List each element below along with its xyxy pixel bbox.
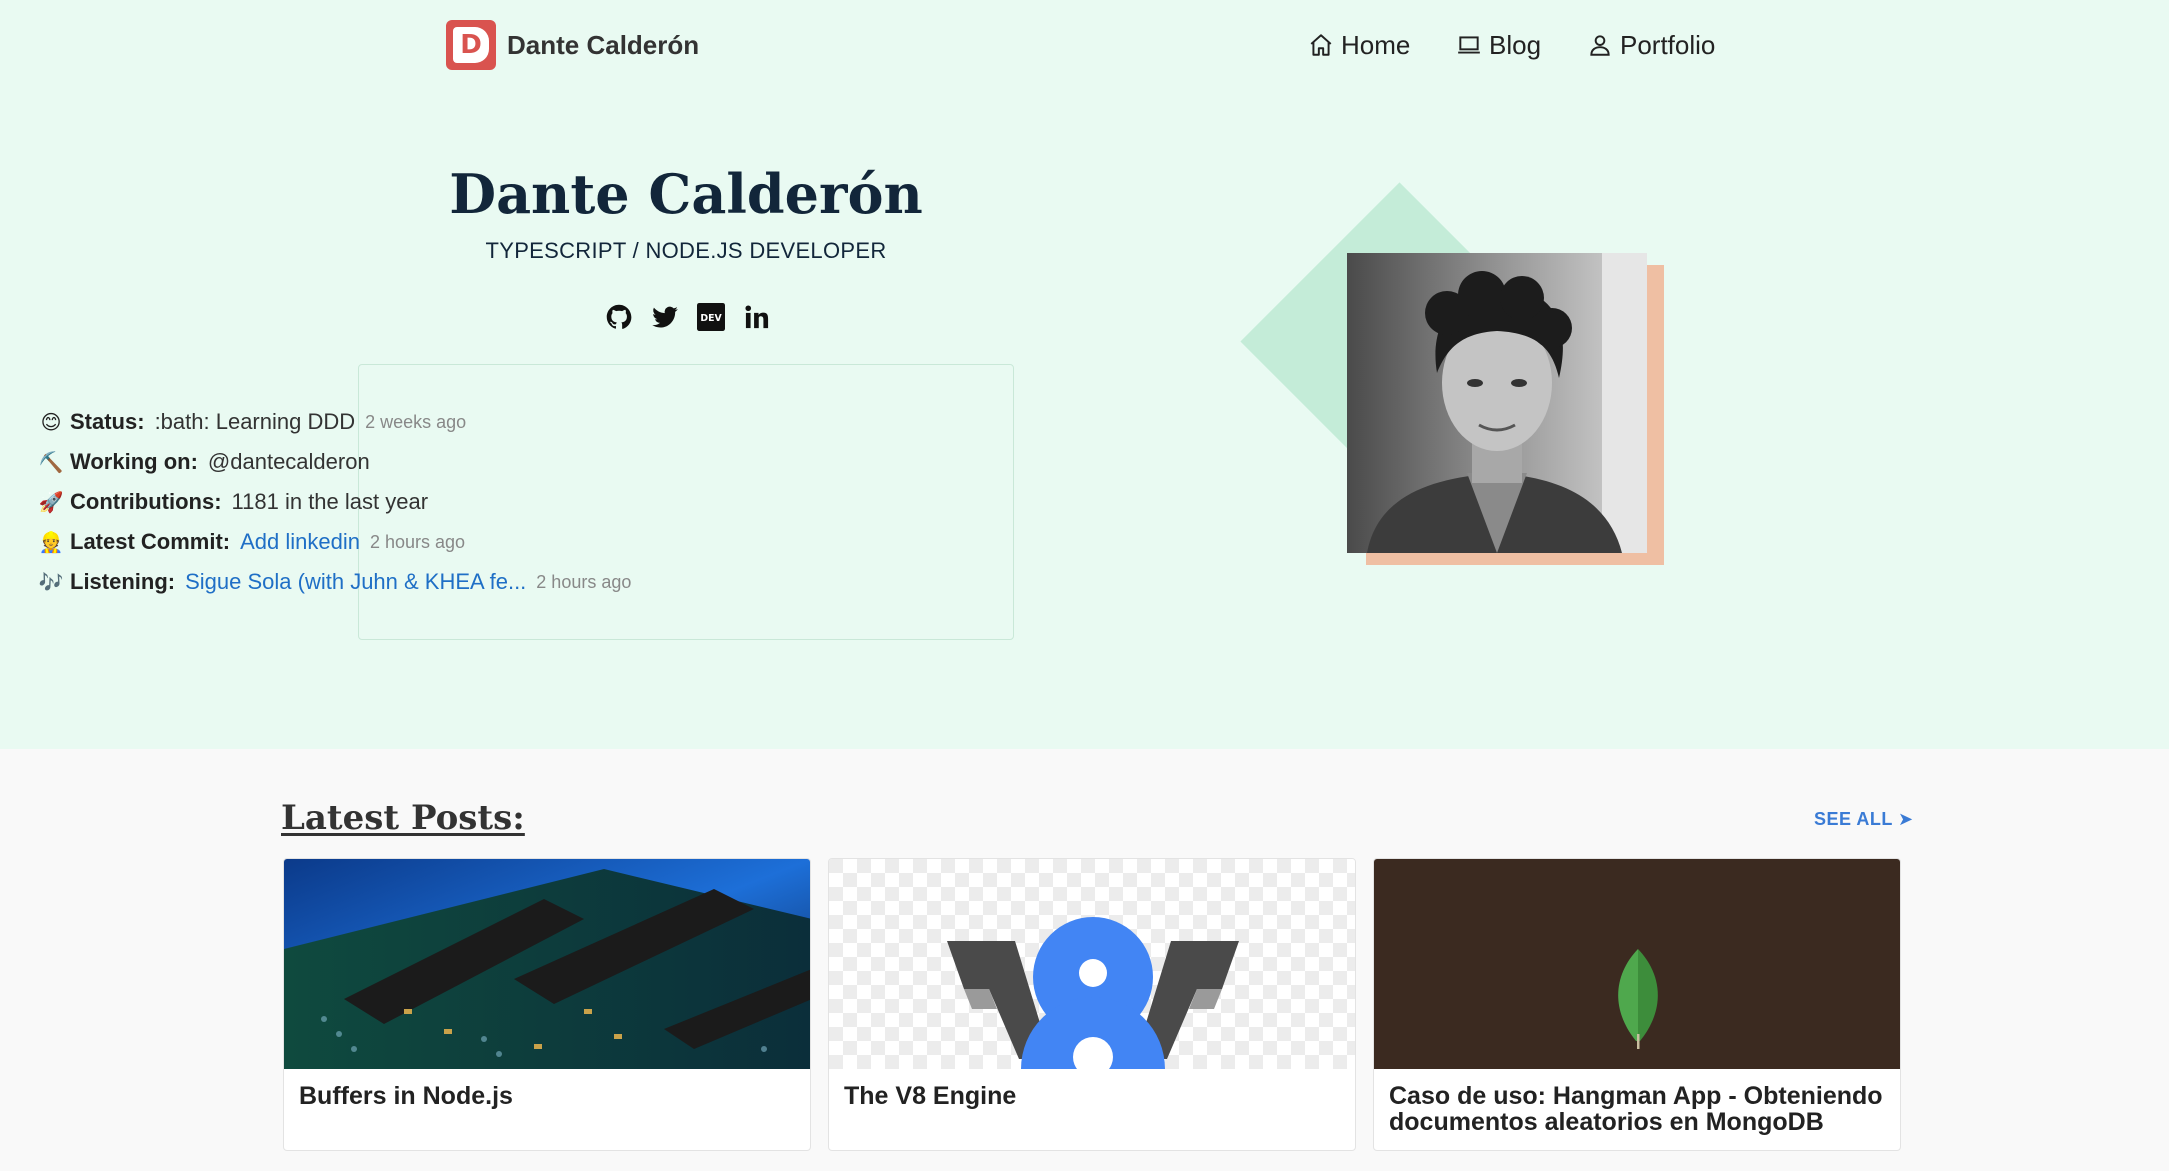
- circuit-board-image: [284, 859, 810, 1069]
- working-on-emoji: ⛏️: [38, 451, 64, 474]
- github-icon[interactable]: [605, 303, 633, 331]
- status-emoji: 😊: [40, 411, 62, 434]
- mongodb-leaf-image: [1374, 859, 1900, 1069]
- logo-icon[interactable]: D: [446, 20, 496, 70]
- listening-label: Listening:: [70, 569, 176, 594]
- twitter-icon[interactable]: [651, 303, 679, 331]
- v8-logo-image: [829, 859, 1355, 1069]
- social-links: DEV: [605, 303, 771, 331]
- hero-name: Dante Calderón: [449, 162, 923, 226]
- latest-commit-label: Latest Commit:: [70, 529, 231, 554]
- latest-commit-time: 2 hours ago: [370, 531, 466, 552]
- dev-icon[interactable]: DEV: [697, 303, 725, 331]
- nav-portfolio-label: Portfolio: [1620, 29, 1716, 60]
- status-time: 2 weeks ago: [365, 411, 467, 432]
- see-all-link[interactable]: SEE ALL ➤: [1814, 809, 1914, 830]
- nav-blog-label: Blog: [1489, 29, 1542, 60]
- contributions-label: Contributions:: [70, 489, 222, 514]
- hero-role: TYPESCRIPT / NODE.JS DEVELOPER: [485, 238, 887, 263]
- laptop-icon: [1458, 36, 1480, 54]
- post-card[interactable]: Caso de uso: Hangman App - Obteniendo do…: [1373, 858, 1901, 1151]
- working-on-row: ⛏️ Working on: @dantecalderon: [38, 442, 370, 482]
- working-on-value: @dantecalderon: [207, 449, 370, 474]
- nav-home-link[interactable]: Home: [1308, 24, 1410, 66]
- nav-home-label: Home: [1341, 29, 1411, 60]
- contributions-row: 🚀 Contributions: 1181 in the last year: [38, 482, 428, 522]
- dev-icon-label: DEV: [700, 313, 722, 324]
- linkedin-icon[interactable]: [743, 303, 771, 331]
- user-icon: [1590, 35, 1610, 56]
- listening-row: 🎶 Listening: Sigue Sola (with Juhn & KHE…: [38, 562, 632, 602]
- latest-commit-row: 👷 Latest Commit: Add linkedin 2 hours ag…: [38, 522, 466, 562]
- logo-letter: D: [453, 27, 489, 63]
- listening-emoji: 🎶: [38, 571, 64, 594]
- post-title: Caso de uso: Hangman App - Obteniendo do…: [1389, 1082, 1883, 1136]
- status-row: 😊 Status: :bath: Learning DDD 2 weeks ag…: [38, 402, 467, 442]
- brand-name[interactable]: Dante Calderón: [507, 24, 699, 66]
- post-title: The V8 Engine: [844, 1082, 1017, 1110]
- status-label: Status:: [70, 409, 145, 434]
- nav-blog-link[interactable]: Blog: [1456, 24, 1541, 66]
- listening-time: 2 hours ago: [536, 571, 632, 592]
- post-card[interactable]: The V8 Engine: [828, 858, 1356, 1151]
- contributions-value: 1181 in the last year: [231, 489, 429, 514]
- home-icon: [1310, 34, 1332, 56]
- listening-link[interactable]: Sigue Sola (with Juhn & KHEA fe...: [185, 569, 526, 595]
- status-value: :bath: Learning DDD: [154, 409, 356, 434]
- working-on-label: Working on:: [70, 449, 198, 474]
- latest-commit-emoji: 👷: [38, 531, 64, 554]
- post-card[interactable]: Buffers in Node.js: [283, 858, 811, 1151]
- latest-commit-link[interactable]: Add linkedin: [240, 529, 360, 555]
- contributions-emoji: 🚀: [38, 491, 64, 514]
- nav-portfolio-link[interactable]: Portfolio: [1587, 24, 1715, 66]
- post-title: Buffers in Node.js: [299, 1082, 513, 1110]
- latest-posts-heading: Latest Posts:: [281, 798, 525, 838]
- profile-photo: [1347, 253, 1647, 553]
- hero-section: [0, 0, 2169, 749]
